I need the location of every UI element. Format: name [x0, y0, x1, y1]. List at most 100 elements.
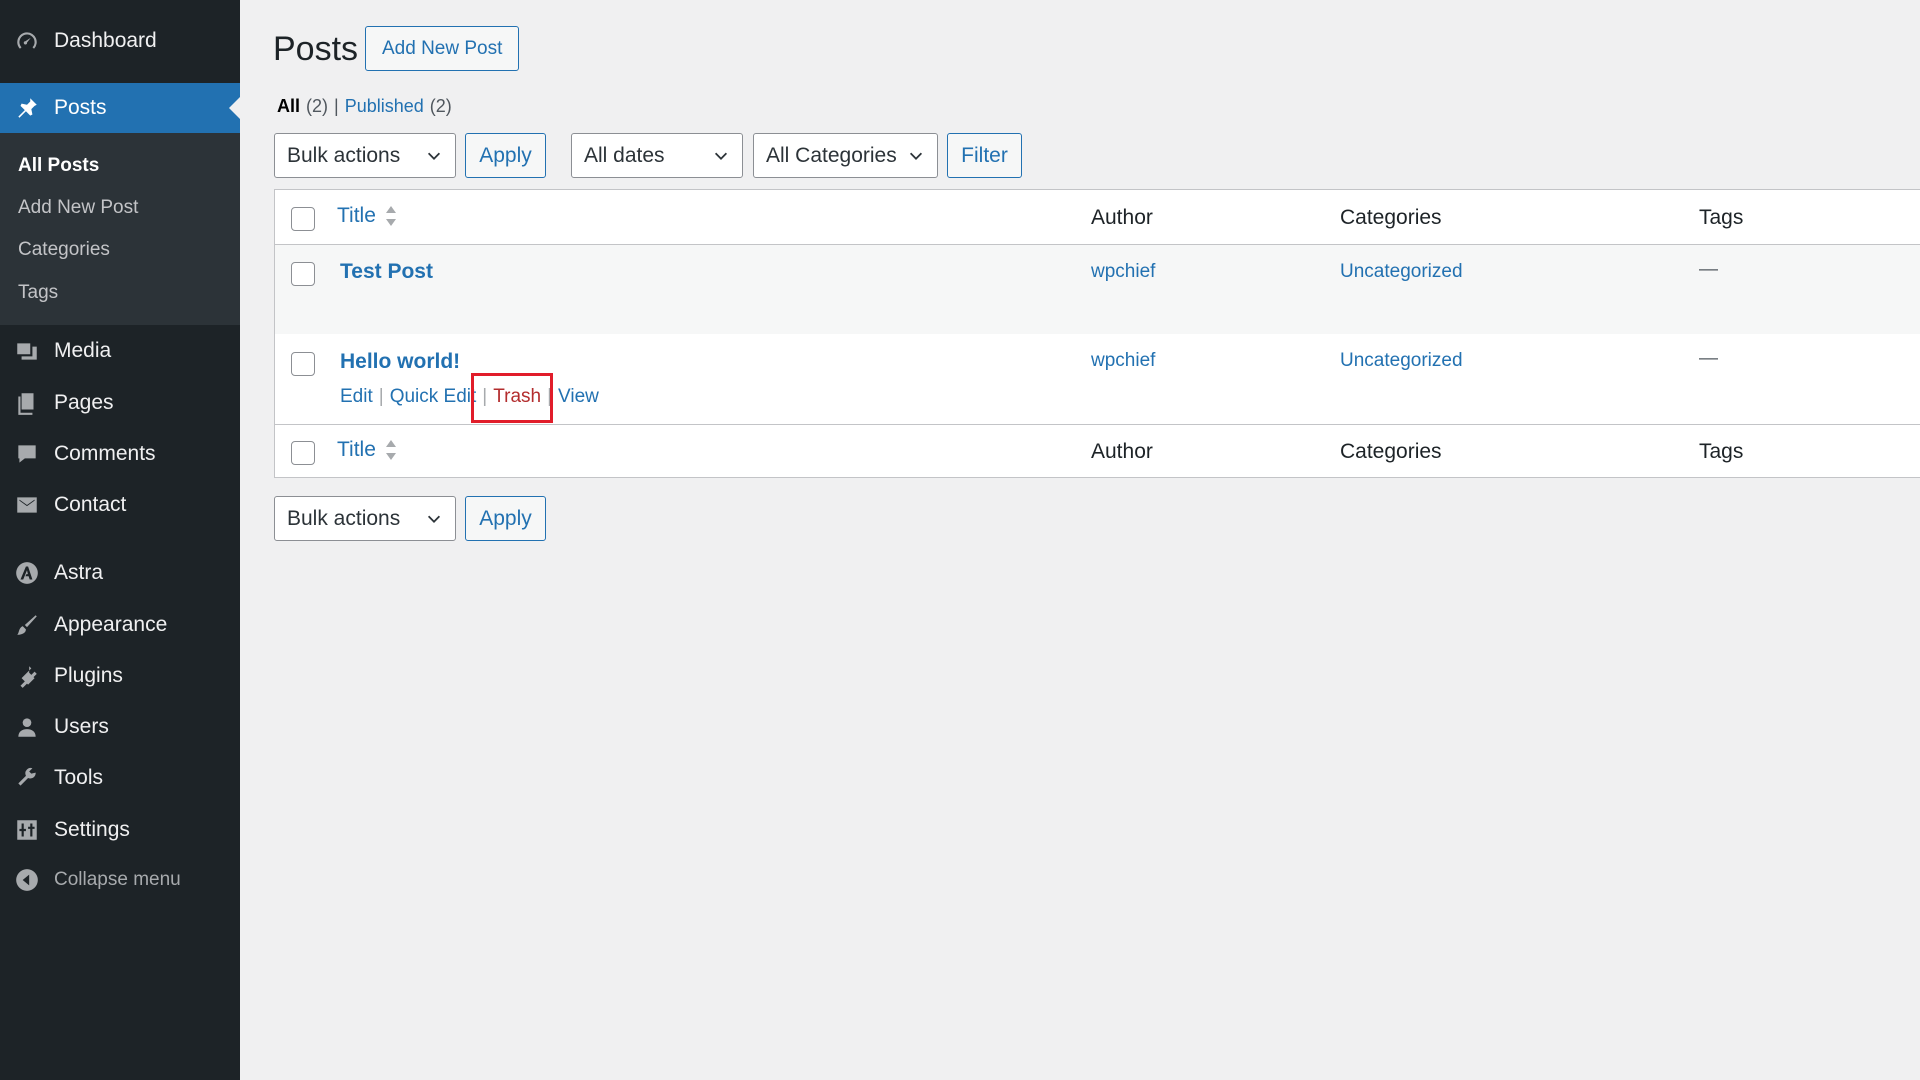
submenu-add-new-post[interactable]: Add New Post: [18, 197, 138, 219]
mail-icon: [0, 492, 54, 518]
pin-icon: [0, 95, 54, 121]
menu-media[interactable]: Media: [0, 326, 240, 376]
category-link[interactable]: Uncategorized: [1340, 261, 1463, 283]
menu-dashboard[interactable]: Dashboard: [0, 16, 240, 66]
column-categories: Categories: [1340, 206, 1442, 229]
quick-edit-link[interactable]: Quick Edit: [390, 386, 477, 408]
row-checkbox[interactable]: [291, 262, 315, 286]
apply-button-bottom[interactable]: Apply: [465, 496, 546, 541]
menu-astra[interactable]: Astra: [0, 548, 240, 598]
pages-icon: [0, 390, 54, 416]
column-title-label: Title: [337, 438, 376, 461]
row-checkbox[interactable]: [291, 352, 315, 376]
column-tags-footer: Tags: [1699, 440, 1744, 463]
submenu-tags[interactable]: Tags: [18, 282, 58, 304]
menu-label: Appearance: [54, 613, 168, 636]
column-tags: Tags: [1699, 206, 1744, 229]
wrench-icon: [0, 765, 54, 791]
filter-published[interactable]: Published: [345, 96, 424, 117]
menu-label: Dashboard: [54, 29, 157, 52]
astra-icon: [0, 560, 54, 586]
menu-settings[interactable]: Settings: [0, 805, 240, 855]
action-separator: |: [547, 386, 553, 407]
author-link[interactable]: wpchief: [1091, 350, 1155, 372]
sort-icon: [385, 206, 396, 226]
add-new-post-button[interactable]: Add New Post: [365, 26, 520, 71]
page-title: Posts: [273, 30, 359, 68]
bulk-actions-select-top[interactable]: Bulk actions: [274, 133, 456, 178]
menu-appearance[interactable]: Appearance: [0, 600, 240, 650]
menu-contact[interactable]: Contact: [0, 480, 240, 530]
dates-select[interactable]: All dates: [571, 133, 743, 178]
media-icon: [0, 338, 54, 364]
apply-button-top[interactable]: Apply: [465, 133, 546, 178]
action-separator: |: [378, 386, 384, 407]
posts-submenu: All Posts Add New Post Categories Tags: [0, 133, 240, 325]
menu-label: Media: [54, 339, 112, 362]
view-link[interactable]: View: [558, 386, 599, 408]
column-categories-footer: Categories: [1340, 440, 1442, 463]
action-separator: |: [482, 386, 488, 407]
menu-collapse[interactable]: Collapse menu: [0, 855, 240, 905]
chevron-down-icon: [714, 152, 728, 160]
chevron-down-icon: [427, 515, 441, 523]
filter-button[interactable]: Filter: [947, 133, 1022, 178]
row-actions: Edit | Quick Edit | Trash | View: [340, 386, 599, 408]
bulk-actions-select-bottom[interactable]: Bulk actions: [274, 496, 456, 541]
select-all-checkbox-footer[interactable]: [291, 441, 315, 465]
chevron-down-icon: [427, 152, 441, 160]
posts-table: Title Author Categories Tags Test Post w…: [274, 189, 1920, 478]
submenu-all-posts[interactable]: All Posts: [18, 155, 99, 177]
select-all-checkbox[interactable]: [291, 207, 315, 231]
table-row: Hello world! Edit | Quick Edit | Trash |…: [275, 334, 1920, 424]
column-author: Author: [1091, 206, 1153, 229]
filter-published-count: (2): [429, 96, 452, 116]
comments-icon: [0, 441, 54, 467]
plugin-icon: [0, 663, 54, 689]
brush-icon: [0, 612, 54, 638]
menu-tools[interactable]: Tools: [0, 753, 240, 803]
menu-plugins[interactable]: Plugins: [0, 651, 240, 701]
trash-link[interactable]: Trash: [493, 386, 541, 408]
select-value: Bulk actions: [287, 143, 401, 167]
select-value: All dates: [584, 143, 665, 167]
edit-link[interactable]: Edit: [340, 386, 373, 408]
filter-all[interactable]: All: [277, 96, 300, 117]
filter-all-count: (2): [306, 96, 329, 116]
menu-label: Pages: [54, 391, 114, 414]
collapse-icon: [0, 867, 54, 893]
categories-select[interactable]: All Categories: [753, 133, 938, 178]
menu-label: Posts: [54, 96, 107, 119]
dashboard-icon: [0, 28, 54, 54]
menu-users[interactable]: Users: [0, 702, 240, 752]
column-title-sortable[interactable]: Title: [337, 204, 398, 228]
chevron-down-icon: [909, 152, 923, 160]
column-author-footer: Author: [1091, 440, 1153, 463]
select-value: Bulk actions: [287, 506, 401, 530]
tags-empty: —: [1699, 259, 1718, 280]
menu-label: Astra: [54, 561, 104, 584]
menu-label: Settings: [54, 818, 130, 841]
menu-posts[interactable]: Posts: [0, 83, 240, 133]
submenu-categories[interactable]: Categories: [18, 239, 110, 261]
admin-sidebar: Dashboard Posts All Posts Add New Post C…: [0, 0, 240, 1080]
tags-empty: —: [1699, 348, 1718, 369]
author-link[interactable]: wpchief: [1091, 261, 1155, 283]
menu-comments[interactable]: Comments: [0, 429, 240, 479]
menu-pages[interactable]: Pages: [0, 378, 240, 428]
menu-label: Comments: [54, 442, 156, 465]
menu-label: Collapse menu: [54, 869, 181, 890]
column-title-label: Title: [337, 204, 376, 227]
menu-label: Contact: [54, 493, 127, 516]
column-title-sortable-footer[interactable]: Title: [337, 438, 398, 462]
table-footer-row: Title Author Categories Tags: [275, 424, 1920, 478]
post-title-link[interactable]: Test Post: [340, 260, 433, 284]
settings-icon: [0, 817, 54, 843]
filter-separator: |: [334, 96, 339, 116]
category-link[interactable]: Uncategorized: [1340, 350, 1463, 372]
post-status-filters: All (2) | Published (2): [277, 96, 452, 117]
users-icon: [0, 714, 54, 740]
menu-label: Tools: [54, 766, 104, 789]
main-content: Posts Add New Post All (2) | Published (…: [240, 0, 1920, 1080]
post-title-link[interactable]: Hello world!: [340, 350, 460, 374]
